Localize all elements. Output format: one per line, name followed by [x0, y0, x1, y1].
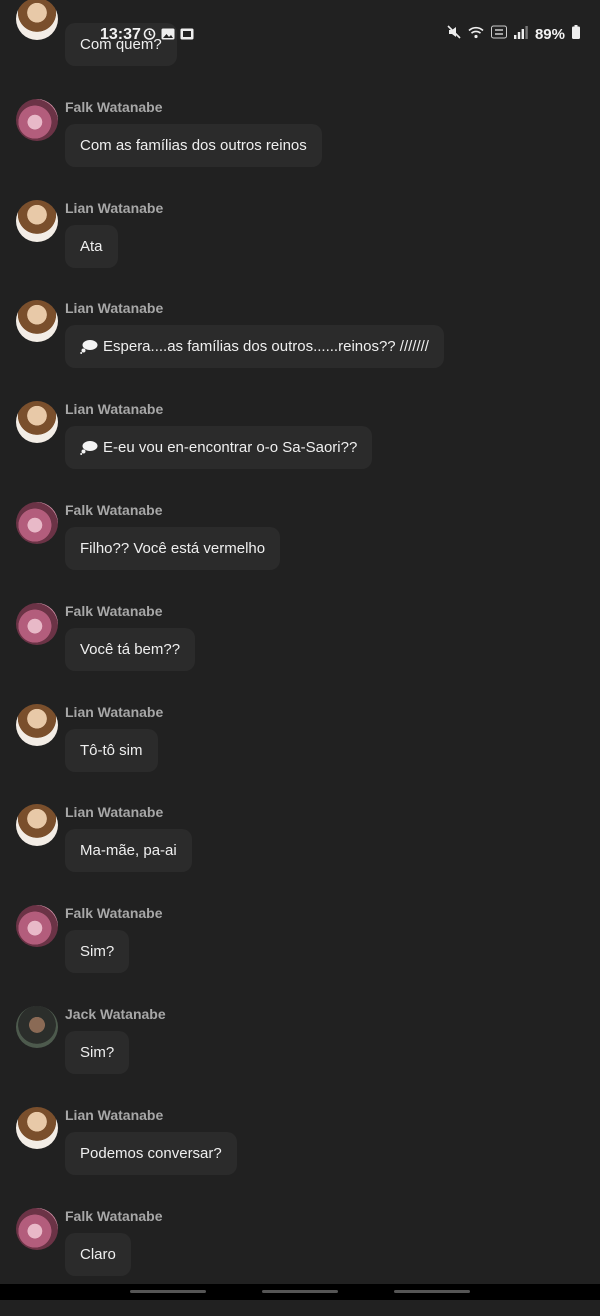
- status-time: 13:37: [100, 26, 141, 43]
- avatar[interactable]: [16, 804, 58, 847]
- avatar[interactable]: [16, 1207, 58, 1250]
- message-bubble[interactable]: Ma-mãe, pa-ai: [65, 829, 192, 873]
- message-text: Você tá bem??: [80, 640, 181, 658]
- message-bubble[interactable]: Ata: [65, 224, 118, 268]
- message-text: Tô-tô sim: [80, 741, 143, 759]
- signal-icon: [513, 25, 528, 44]
- sender-name: Lian Watanabe: [65, 1106, 164, 1123]
- message-bubble[interactable]: Sim?: [65, 930, 130, 974]
- thought-bubble-icon: [80, 339, 98, 355]
- sender-name: Falk Watanabe: [65, 602, 163, 619]
- chat-message[interactable]: Falk Watanabe Com as famílias dos outros …: [0, 98, 600, 207]
- message-text: E-eu vou en-encontrar o-o Sa-Saori??: [103, 439, 358, 457]
- message-text: Podemos conversar?: [80, 1144, 222, 1162]
- sender-name: Falk Watanabe: [65, 1207, 163, 1224]
- status-left-icons: [143, 27, 194, 45]
- chat-message[interactable]: Falk Watanabe Você tá bem??: [0, 602, 600, 711]
- avatar[interactable]: [16, 502, 58, 544]
- avatar[interactable]: [16, 1006, 58, 1048]
- sender-name: Falk Watanabe: [65, 905, 163, 922]
- sender-name: Lian Watanabe: [65, 401, 164, 418]
- message-bubble[interactable]: Tô-tô sim: [65, 728, 158, 772]
- chat-message[interactable]: Falk Watanabe Claro: [0, 1207, 600, 1316]
- message-bubble[interactable]: Claro: [65, 1232, 131, 1276]
- chat-message[interactable]: Lian Watanabe Podemos conversar?: [0, 1106, 600, 1215]
- message-bubble[interactable]: Com as famílias dos outros reinos: [65, 123, 322, 167]
- message-bubble[interactable]: E-eu vou en-encontrar o-o Sa-Saori??: [65, 426, 373, 470]
- navigation-bar: [0, 1284, 600, 1300]
- chat-message[interactable]: Lian Watanabe E-eu vou en-encontrar o-o S…: [0, 401, 600, 509]
- avatar[interactable]: [16, 703, 58, 746]
- message-text: Espera....as famílias dos outros......re…: [103, 338, 429, 356]
- message-bubble[interactable]: Filho?? Você está vermelho: [65, 527, 281, 570]
- thought-bubble-icon: [80, 440, 98, 456]
- avatar[interactable]: [16, 98, 58, 141]
- message-text: Com as famílias dos outros reinos: [80, 136, 307, 154]
- message-text: Ata: [80, 237, 103, 255]
- mute-icon: [447, 25, 461, 44]
- sender-name: Lian Watanabe: [65, 300, 164, 317]
- avatar[interactable]: [16, 401, 58, 444]
- message-text: Sim?: [80, 1044, 115, 1061]
- avatar[interactable]: [16, 199, 58, 242]
- sender-name: Falk Watanabe: [65, 98, 163, 115]
- battery-percent: 89%: [534, 26, 565, 43]
- message-bubble[interactable]: Espera....as famílias dos outros......re…: [65, 325, 444, 369]
- message-bubble[interactable]: Podemos conversar?: [65, 1131, 237, 1175]
- chat-message[interactable]: Lian Watanabe Espera....as famílias dos o…: [0, 300, 600, 408]
- nav-home-pill[interactable]: [262, 1290, 338, 1293]
- volte-icon: [490, 25, 507, 44]
- wifi-icon: [468, 26, 484, 44]
- chat-message[interactable]: Jack Watanabe Sim?: [0, 1006, 600, 1114]
- sender-name: Lian Watanabe: [65, 703, 164, 720]
- chat-message[interactable]: Lian Watanabe Ma-mãe, pa-ai: [0, 804, 600, 912]
- message-text: Ma-mãe, pa-ai: [80, 842, 177, 860]
- message-bubble[interactable]: Você tá bem??: [65, 627, 196, 671]
- sender-name: Lian Watanabe: [65, 804, 164, 821]
- chat-message[interactable]: Lian Watanabe Ata: [0, 199, 600, 308]
- chat-message[interactable]: Falk Watanabe Sim?: [0, 905, 600, 1013]
- chat-message[interactable]: Lian Watanabe Tô-tô sim: [0, 703, 600, 812]
- sender-name: Jack Watanabe: [65, 1006, 166, 1022]
- status-bar: 13:37 89%: [0, 0, 600, 62]
- status-right-icons: 89%: [447, 25, 580, 44]
- chat-message[interactable]: Falk Watanabe Filho?? Você está vermelho: [0, 502, 600, 610]
- nav-recents-pill[interactable]: [394, 1290, 470, 1293]
- alarm-icon: [143, 27, 156, 45]
- sender-name: Lian Watanabe: [65, 199, 164, 216]
- message-text: Sim?: [80, 943, 115, 961]
- avatar[interactable]: [16, 300, 58, 343]
- battery-icon: [572, 25, 580, 44]
- image-icon: [161, 27, 175, 45]
- message-text: Filho?? Você está vermelho: [80, 540, 266, 557]
- message-text: Claro: [80, 1245, 116, 1263]
- sender-name: Falk Watanabe: [65, 502, 163, 518]
- avatar[interactable]: [16, 905, 58, 948]
- gallery-icon: [180, 27, 194, 45]
- avatar[interactable]: [16, 602, 58, 645]
- avatar[interactable]: [16, 1106, 58, 1149]
- message-bubble[interactable]: Sim?: [65, 1031, 130, 1074]
- nav-back-pill[interactable]: [130, 1290, 206, 1293]
